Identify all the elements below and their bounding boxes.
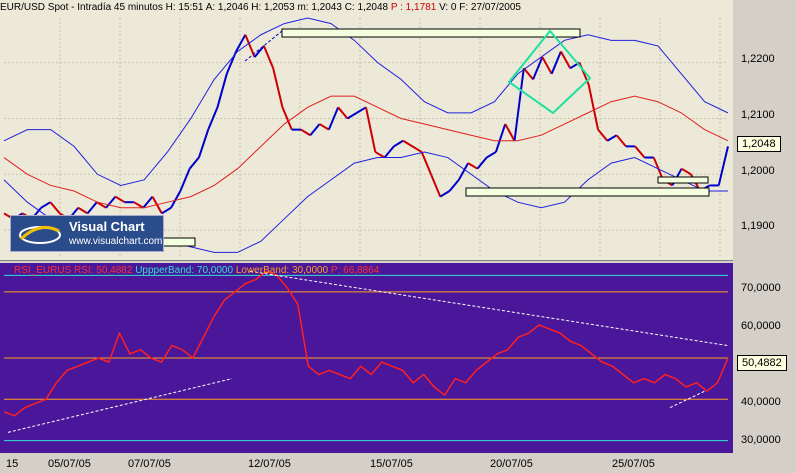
resistance-box [281,28,581,38]
rsi-tick: 70,0000 [741,282,781,294]
price-segment [188,156,200,170]
visual-chart-logo: Visual Chart www.visualchart.com [10,215,164,252]
price-y-axis: 1,2200 1,2100 1,2000 1,1900 1,2048 [733,0,796,260]
price-segment [448,179,460,192]
price-segment [430,173,442,197]
price-segment [467,162,478,170]
x-tick: 15 [6,458,19,470]
price-segment [356,106,367,114]
price-segment [634,145,646,159]
price-segment [253,45,265,58]
price-segment [337,106,349,120]
x-tick: 20/07/05 [490,458,533,470]
support-box-small [657,176,709,184]
price-segment [504,123,516,142]
rsi-chart-pane[interactable]: RSI_EURUS RSI: 50,4882 UppperBand: 70,00… [0,263,733,453]
rsi-tick: 30,0000 [741,434,781,446]
rsi-tick: 40,0000 [741,396,781,408]
price-segment [541,56,553,75]
price-segment [393,139,404,148]
price-segment [523,67,534,81]
price-segment [717,146,729,186]
price-segment [486,151,497,159]
price-segment [309,123,321,136]
rsi-value: RSI: 50,4882 [74,265,133,276]
price-segment [262,45,275,69]
price-last-value: 1,2048 [737,136,781,152]
price-segment [597,128,609,142]
x-tick: 25/07/05 [612,458,655,470]
price-segment [319,123,330,131]
price-segment [402,139,413,148]
price-segment [439,190,451,198]
price-segment [179,168,191,192]
lower-band-label: LowerBand: 30,0000 [235,265,329,276]
price-segment [532,56,544,80]
price-tick: 1,2200 [741,53,775,65]
price-segment [374,151,386,159]
price-chart-pane[interactable]: EUR/USD Spot - Intradía 45 minutos H: 15… [0,0,733,261]
price-segment [272,68,284,108]
price-segment [476,156,488,170]
price-segment [133,201,144,209]
x-tick: 12/07/05 [248,458,291,470]
price-segment [49,201,61,214]
logo-url: www.visualchart.com [69,236,163,247]
logo-title: Visual Chart [69,219,145,234]
rsi-name: RSI_EURUS [14,265,72,276]
logo-swoosh-icon [19,225,61,244]
rsi-legend: RSI_EURUS RSI: 50,4882 UppperBand: 70,00… [14,265,379,276]
price-segment [513,68,525,141]
price-segment [281,106,293,131]
rsi-plot [3,270,729,442]
rsi-line [3,270,729,417]
x-tick: 07/07/05 [128,458,171,470]
price-segment [587,84,600,130]
price-segment [216,73,228,108]
x-tick: 05/07/05 [48,458,91,470]
price-segment [346,112,358,120]
price-segment [197,129,210,158]
price-segment [420,151,432,175]
rsi-last-value: 50,4882 [737,355,787,371]
price-tick: 1,2100 [741,109,775,121]
price-segment [114,195,126,204]
price-segment [77,206,89,215]
price-segment [300,128,311,137]
price-tick: 1,2000 [741,165,775,177]
price-segment [494,123,507,153]
x-tick: 15/07/05 [370,458,413,470]
price-segment [365,107,377,153]
rsi-tick: 60,0000 [741,320,781,332]
date-x-axis: 15 05/07/05 07/07/05 12/07/05 15/07/05 2… [0,455,733,473]
price-segment [40,201,51,209]
support-box [465,187,710,197]
price-segment [161,206,172,215]
price-segment [615,134,627,148]
price-segment [86,201,98,214]
price-segment [681,167,692,176]
price-segment [383,145,395,159]
price-segment [606,134,618,142]
rsi-trend-line [249,270,729,347]
price-tick: 1,1900 [741,220,775,232]
rsi-trend-line [7,378,233,433]
upper-band-label: UppperBand: 70,0000 [135,265,234,276]
rsi-p-value: P: 66,8864 [330,265,380,276]
rsi-y-axis: 70,0000 60,0000 50,4882 40,0000 30,0000 [733,263,796,453]
